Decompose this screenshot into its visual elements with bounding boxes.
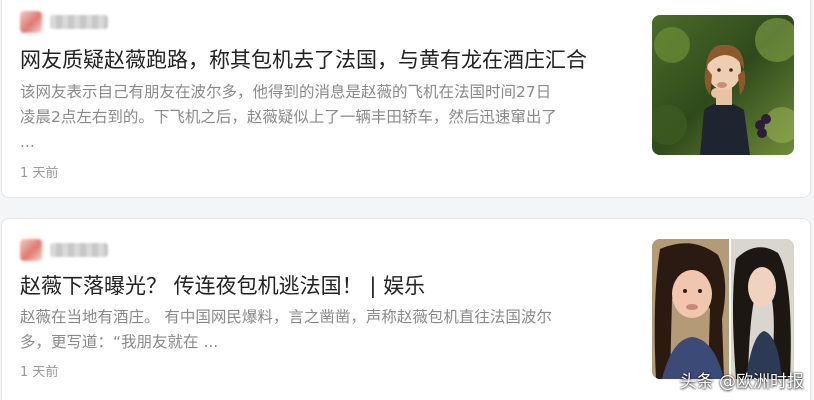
news-title[interactable]: 赵薇下落曝光？ 传连夜包机逃法国！ | 娱乐: [20, 272, 620, 300]
news-title[interactable]: 网友质疑赵薇跑路，称其包机去了法国，与黄有龙在酒庄汇合: [20, 46, 620, 74]
news-abstract: 赵薇在当地有酒庄。 有中国网民爆料，言之凿凿，声称赵薇包机直往法国波尔 多，更写…: [20, 305, 626, 355]
source-avatar-blurred: [20, 239, 42, 261]
source-name-blurred: [50, 15, 108, 29]
news-thumbnail[interactable]: [652, 15, 794, 155]
abstract-line: 该网友表示自己有朋友在波尔多，他得到的消息是赵薇的飞机在法国时间27日: [20, 83, 552, 101]
thumbnail-photo-collage-two-women: [652, 239, 794, 379]
source-name-blurred: [50, 243, 108, 257]
news-abstract: 该网友表示自己有朋友在波尔多，他得到的消息是赵薇的飞机在法国时间27日 凌晨2点…: [20, 80, 626, 155]
publish-time: 1 天前: [20, 365, 59, 380]
abstract-line: 凌晨2点左右到的。下飞机之后，赵薇疑似上了一辆丰田轿车，然后迅速窜出了: [20, 108, 557, 126]
source-row: [20, 239, 108, 261]
source-row: [20, 11, 108, 33]
publish-time: 1 天前: [20, 166, 59, 181]
thumbnail-photo-woman-in-vineyard: [652, 15, 794, 155]
news-feed: 网友质疑赵薇跑路，称其包机去了法国，与黄有龙在酒庄汇合 该网友表示自己有朋友在波…: [0, 0, 814, 400]
abstract-line: 多，更写道：“我朋友就在 ...: [20, 333, 219, 351]
abstract-line: 赵薇在当地有酒庄。 有中国网民爆料，言之凿凿，声称赵薇包机直往法国波尔: [20, 308, 552, 326]
news-thumbnail[interactable]: [652, 239, 794, 379]
news-card[interactable]: 网友质疑赵薇跑路，称其包机去了法国，与黄有龙在酒庄汇合 该网友表示自己有朋友在波…: [1, 0, 811, 198]
source-avatar-blurred: [20, 11, 42, 33]
watermark: 头条 @欧洲时报: [679, 372, 804, 392]
abstract-line: ...: [20, 133, 35, 151]
